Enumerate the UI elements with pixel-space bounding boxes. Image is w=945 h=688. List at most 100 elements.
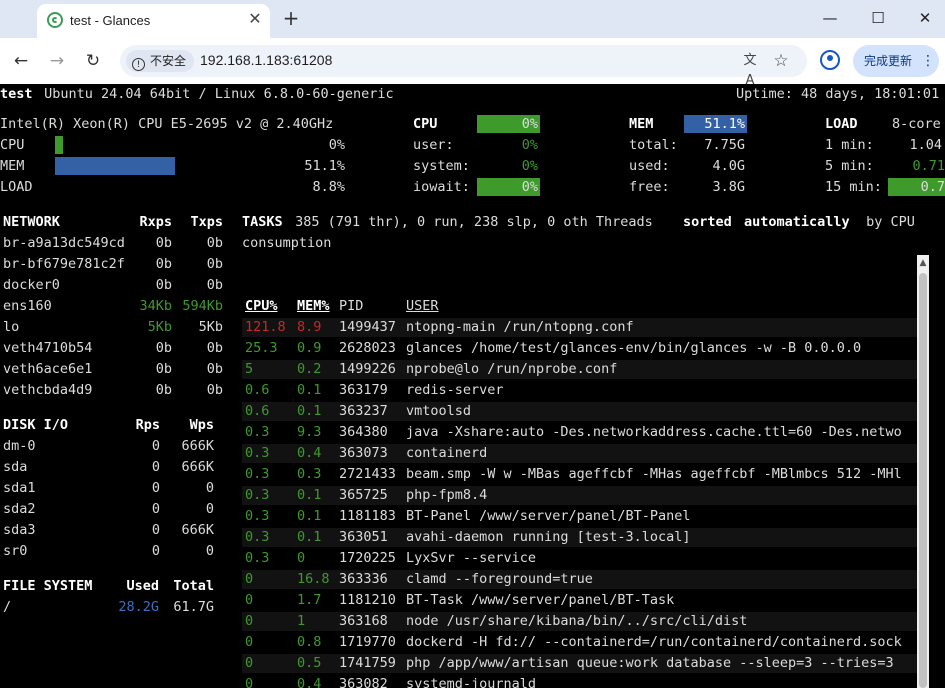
col-pid[interactable]: PID — [339, 297, 363, 315]
process-mem: 0.5 — [297, 655, 322, 671]
network-title: NETWORK — [3, 214, 60, 230]
process-pid: 1719770 — [339, 634, 396, 650]
fs-col2: Total — [173, 578, 214, 594]
process-pid: 2721433 — [339, 466, 396, 482]
process-cpu: 0.3 — [245, 550, 270, 566]
info-icon: ! — [132, 58, 145, 71]
back-icon[interactable]: ← — [10, 50, 32, 72]
tasks-line2: consumption — [242, 235, 332, 251]
load-5min-value: 0.71 — [912, 158, 945, 174]
network-row-val2: 0b — [206, 340, 223, 356]
new-tab-icon[interactable]: + — [280, 7, 302, 29]
ql-load-label: LOAD — [0, 179, 33, 195]
tab-close-icon[interactable]: ✕ — [247, 10, 263, 28]
process-pid: 1181183 — [339, 508, 396, 524]
reload-icon[interactable]: ↻ — [82, 50, 104, 72]
process-pid: 1499437 — [339, 319, 396, 335]
process-cpu: 5 — [245, 361, 254, 377]
maximize-icon[interactable]: ☐ — [863, 8, 893, 28]
network-row-val1: 0b — [155, 340, 172, 356]
process-mem: 0.1 — [297, 382, 322, 398]
disk-row-val1: 0 — [151, 543, 160, 559]
disk-col2: Wps — [189, 417, 214, 433]
forward-icon[interactable]: → — [46, 50, 68, 72]
browser-tab[interactable]: test - Glances ✕ — [37, 4, 270, 38]
load-title: LOAD — [825, 116, 858, 132]
process-mem: 0.1 — [297, 529, 322, 545]
process-command: redis-server — [406, 382, 504, 398]
network-row-val1: 0b — [155, 235, 172, 251]
ql-mem-bar — [55, 157, 175, 175]
network-row-val1: 0b — [155, 361, 172, 377]
mem-used-value: 4.0G — [712, 158, 745, 174]
scroll-up-icon[interactable]: ▲ — [917, 257, 929, 269]
process-command: beam.smp -W w -MBas ageffcbf -MHas ageff… — [406, 466, 902, 482]
hostname: test — [0, 86, 33, 102]
os-info: Ubuntu 24.04 64bit / Linux 6.8.0-60-gene… — [36, 86, 394, 102]
disk-row-name: sr0 — [3, 543, 28, 559]
process-command: java -Xshare:auto -Des.networkaddress.ca… — [406, 424, 902, 440]
update-button[interactable]: 完成更新 ⋮ — [853, 45, 939, 77]
mem-total: 51.1% — [704, 116, 745, 132]
translate-icon[interactable]: 文A — [740, 51, 760, 88]
minimize-icon[interactable]: — — [815, 8, 845, 28]
network-row-name: br-a9a13dc549cd — [3, 235, 125, 251]
process-command: node /usr/share/kibana/bin/../src/cli/di… — [406, 613, 748, 629]
process-cpu: 0 — [245, 655, 254, 671]
network-row-val2: 0b — [206, 382, 223, 398]
process-mem: 9.3 — [297, 424, 322, 440]
process-cpu: 25.3 — [245, 340, 278, 356]
col-mem[interactable]: MEM% — [297, 297, 330, 315]
process-command: systemd-journald — [406, 676, 537, 688]
cpu-iowait-label: iowait: — [413, 179, 470, 195]
process-command: BT-Task /www/server/panel/BT-Task — [406, 592, 675, 608]
scrollbar[interactable]: ▲ — [917, 255, 929, 688]
tasks-summary: 385 (791 thr), 0 run, 238 slp, 0 oth Thr… — [287, 214, 661, 230]
load-5min-label: 5 min: — [825, 158, 874, 174]
ql-mem-value: 51.1% — [304, 158, 345, 174]
ql-cpu-bar — [55, 136, 63, 154]
browser-toolbar: ← → ↻ ! 不安全 192.168.1.183:61208 文A ☆ 完成更新… — [0, 38, 945, 88]
process-command: LyxSvr --service — [406, 550, 537, 566]
process-cpu: 0 — [245, 592, 254, 608]
mem-title: MEM — [629, 116, 654, 132]
process-mem: 0.8 — [297, 634, 322, 650]
network-row-name: ens160 — [3, 298, 52, 314]
tasks-sorted: sorted — [683, 214, 732, 230]
bookmark-star-icon[interactable]: ☆ — [770, 50, 792, 72]
process-mem: 1.7 — [297, 592, 322, 608]
process-command: php-fpm8.4 — [406, 487, 488, 503]
process-mem: 0.1 — [297, 508, 322, 524]
url-text[interactable]: 192.168.1.183:61208 — [200, 52, 332, 68]
load-1min-label: 1 min: — [825, 137, 874, 153]
process-cpu: 121.8 — [245, 319, 286, 335]
menu-dots-icon[interactable]: ⋮ — [921, 45, 935, 77]
security-chip[interactable]: ! 不安全 — [126, 50, 195, 72]
disk-row-name: dm-0 — [3, 438, 36, 454]
profile-icon[interactable] — [820, 50, 840, 70]
process-command: php /app/www/artisan queue:work database… — [406, 655, 894, 671]
process-pid: 363237 — [339, 403, 388, 419]
process-cpu: 0.3 — [245, 529, 270, 545]
scrollbar-thumb[interactable] — [919, 273, 927, 688]
address-bar[interactable]: ! 不安全 192.168.1.183:61208 文A ☆ — [120, 45, 807, 88]
process-pid: 1720225 — [339, 550, 396, 566]
update-label: 完成更新 — [864, 54, 913, 68]
process-command: ntopng-main /run/ntopng.conf — [406, 319, 634, 335]
network-row-name: br-bf679e781c2f — [3, 256, 125, 272]
disk-row-val1: 0 — [151, 459, 160, 475]
process-pid: 1181210 — [339, 592, 396, 608]
cpu-user-value: 0% — [521, 137, 538, 153]
window-close-icon[interactable]: ✕ — [910, 8, 940, 28]
network-row-name: veth6ace6e1 — [3, 361, 93, 377]
process-cpu: 0.3 — [245, 445, 270, 461]
process-mem: 8.9 — [297, 319, 322, 335]
col-user[interactable]: USER — [406, 297, 439, 315]
tasks-by: by CPU — [858, 214, 915, 230]
process-command: avahi-daemon running [test-3.local] — [406, 529, 691, 545]
security-label: 不安全 — [150, 54, 187, 68]
col-cpu[interactable]: CPU% — [245, 297, 278, 315]
mem-total-value: 7.75G — [704, 137, 745, 153]
tab-title: test - Glances — [70, 13, 151, 28]
fs-row-val1: 28.2G — [118, 599, 159, 615]
